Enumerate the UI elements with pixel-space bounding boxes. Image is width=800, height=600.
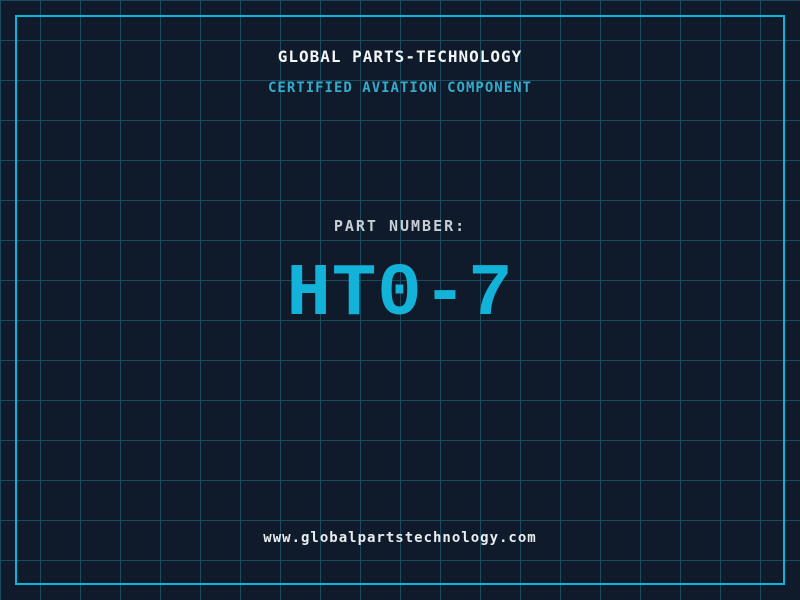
blueprint-part-card: GLOBAL PARTS-TECHNOLOGY CERTIFIED AVIATI… <box>0 0 800 600</box>
website-url: www.globalpartstechnology.com <box>263 530 537 546</box>
company-title: GLOBAL PARTS-TECHNOLOGY <box>277 47 523 66</box>
part-number-label: PART NUMBER: <box>333 217 467 235</box>
certification-subtitle: CERTIFIED AVIATION COMPONENT <box>267 80 532 96</box>
part-number-value: HT0-7 <box>286 253 514 337</box>
